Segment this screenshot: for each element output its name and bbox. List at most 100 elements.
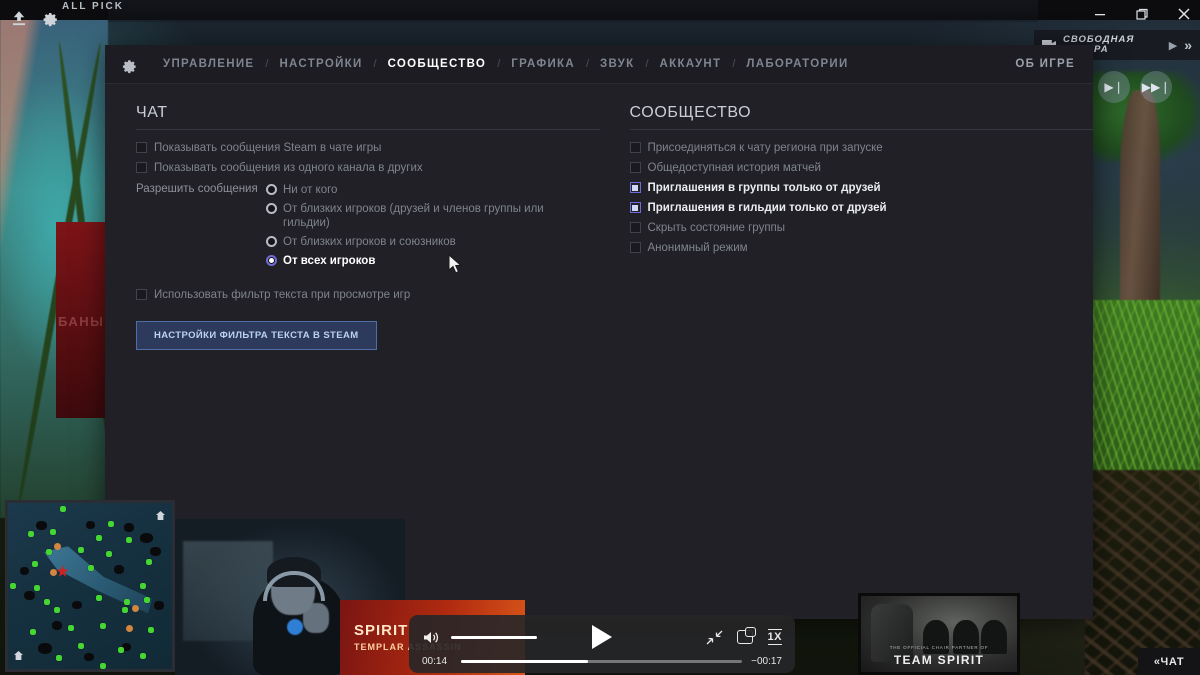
checkbox-row-text-filter[interactable]: Использовать фильтр текста при просмотре… xyxy=(136,288,600,302)
webcam-microphone-icon xyxy=(287,619,303,635)
team-spirit-ad-image: THE OFFICIAL CHAIR PARTNER OF TEAM SPIRI… xyxy=(861,596,1017,672)
current-time-label: 00:14 xyxy=(422,656,448,667)
minimap[interactable] xyxy=(5,500,175,672)
volume-icon[interactable] xyxy=(422,630,441,645)
double-chevron-right-icon[interactable]: » xyxy=(1184,37,1192,53)
screen-root: БАНЫ ALL PICK СВОБОДНАЯ КАМЕРА ▶ » xyxy=(0,0,1200,675)
tab-laboratorii[interactable]: ЛАБОРАТОРИИ xyxy=(735,58,859,70)
community-settings-column: СООБЩЕСТВО Присоединяться к чату региона… xyxy=(629,104,1094,350)
tab-zvuk[interactable]: ЗВУК xyxy=(589,58,645,70)
minimap-obstacle xyxy=(72,601,82,609)
tab-upravlenie[interactable]: УПРАВЛЕНИЕ xyxy=(152,58,265,70)
minimap-obstacle xyxy=(24,591,35,600)
checkbox-icon[interactable] xyxy=(629,202,641,213)
about-game-link[interactable]: ОБ ИГРЕ xyxy=(1015,58,1093,70)
minimap-ancient-dire xyxy=(156,511,165,520)
tab-soobshchestvo[interactable]: СООБЩЕСТВО xyxy=(377,58,498,70)
video-player-controls: 1X 00:14 −00:17 xyxy=(409,615,795,673)
webcam-streamer-hand xyxy=(303,603,329,633)
checkbox-icon[interactable] xyxy=(629,222,641,233)
checkbox-icon[interactable] xyxy=(629,182,641,193)
radio-row-close-players[interactable]: От близких игроков (друзей и членов груп… xyxy=(266,202,551,230)
checkbox-icon[interactable] xyxy=(629,162,641,173)
checkbox-row-steam-messages[interactable]: Показывать сообщения Steam в чате игры xyxy=(136,141,600,155)
settings-nav-bar: УПРАВЛЕНИЕ / НАСТРОЙКИ / СООБЩЕСТВО / ГР… xyxy=(105,45,1093,84)
picture-in-picture-icon[interactable] xyxy=(736,627,756,644)
play-triangle-icon[interactable]: ▶ xyxy=(1169,39,1177,52)
remaining-time-label: −00:17 xyxy=(751,656,782,667)
radio-icon[interactable] xyxy=(266,184,277,195)
background-grass xyxy=(1090,300,1200,490)
team-spirit-ad-banner[interactable]: THE OFFICIAL CHAIR PARTNER OF TEAM SPIRI… xyxy=(858,593,1020,675)
upload-icon[interactable] xyxy=(10,9,28,32)
bans-label: БАНЫ xyxy=(58,314,105,329)
video-progress-bar[interactable] xyxy=(461,660,743,663)
radio-icon[interactable] xyxy=(266,255,277,266)
checkbox-row-cross-channel[interactable]: Показывать сообщения из одного канала в … xyxy=(136,161,600,175)
checkbox-icon[interactable] xyxy=(136,289,147,300)
fast-forward-icon[interactable]: ▶▶❘ xyxy=(1140,71,1172,103)
checkbox-row-guild-invites-friends-only[interactable]: Приглашения в гильдии только от друзей xyxy=(629,201,1094,215)
checkbox-row-region-chat[interactable]: Присоединяться к чату региона при запуск… xyxy=(629,141,1094,155)
minimap-obstacle xyxy=(114,565,124,574)
checkbox-row-group-invites-friends-only[interactable]: Приглашения в группы только от друзей xyxy=(629,181,1094,195)
minimap-hero xyxy=(54,543,61,550)
volume-slider[interactable] xyxy=(451,635,537,639)
playback-speed-button[interactable]: 1X xyxy=(767,629,782,645)
checkbox-label: Использовать фильтр текста при просмотре… xyxy=(154,289,411,301)
checkbox-label: Общедоступная история матчей xyxy=(647,162,821,174)
chat-settings-column: ЧАТ Показывать сообщения Steam в чате иг… xyxy=(136,104,600,350)
checkbox-icon[interactable] xyxy=(629,142,641,153)
tab-grafika[interactable]: ГРАФИКА xyxy=(500,58,586,70)
radio-icon[interactable] xyxy=(266,236,277,247)
checkbox-icon[interactable] xyxy=(629,242,641,253)
ad-title: TEAM SPIRIT xyxy=(893,653,985,667)
gear-icon[interactable] xyxy=(119,55,138,74)
settings-body: ЧАТ Показывать сообщения Steam в чате иг… xyxy=(105,84,1093,350)
checkbox-label: Приглашения в гильдии только от друзей xyxy=(647,202,887,214)
minimap-obstacle xyxy=(20,567,29,575)
video-controls-right-icons: 1X xyxy=(706,627,782,645)
minimap-obstacle xyxy=(36,521,47,530)
checkbox-row-public-match-history[interactable]: Общедоступная история матчей xyxy=(629,161,1094,175)
checkbox-label: Показывать сообщения Steam в чате игры xyxy=(154,142,382,154)
chat-section-title: ЧАТ xyxy=(136,104,600,130)
minimap-obstacle xyxy=(38,643,52,654)
ad-subtitle: THE OFFICIAL CHAIR PARTNER OF xyxy=(889,645,989,650)
tab-akkaunt[interactable]: АККАУНТ xyxy=(649,58,733,70)
radio-row-nobody[interactable]: Ни от кого xyxy=(266,183,551,197)
close-icon[interactable] xyxy=(1174,4,1194,24)
minimap-obstacle xyxy=(52,621,62,630)
stream-overlay-spirit-text: SPIRIT xyxy=(354,622,409,639)
radio-row-close-and-allies[interactable]: От близких игроков и союзников xyxy=(266,235,551,249)
allow-messages-radio-group: Ни от кого От близких игроков (друзей и … xyxy=(266,183,551,273)
steam-text-filter-settings-button[interactable]: НАСТРОЙКИ ФИЛЬТРА ТЕКСТА В STEAM xyxy=(136,321,377,350)
chat-toggle-button[interactable]: «ЧАТ xyxy=(1138,648,1200,675)
tab-nastroyki[interactable]: НАСТРОЙКИ xyxy=(268,58,373,70)
minimap-obstacle xyxy=(86,521,95,529)
radio-row-all-players[interactable]: От всех игроков xyxy=(266,254,551,268)
step-forward-icon[interactable]: ▶❘ xyxy=(1098,71,1130,103)
checkbox-icon[interactable] xyxy=(136,162,147,173)
background-tree xyxy=(1120,90,1160,320)
minimap-hero xyxy=(50,569,57,576)
shrink-icon[interactable] xyxy=(706,630,722,645)
minimap-obstacle xyxy=(154,601,164,610)
checkbox-row-anonymous-mode[interactable]: Анонимный режим xyxy=(629,241,1094,255)
radio-label: От всех игроков xyxy=(283,255,376,267)
video-progress-row: 00:14 −00:17 xyxy=(422,656,782,667)
play-icon[interactable] xyxy=(592,625,612,649)
mouse-cursor xyxy=(448,253,464,276)
minimap-ancient-radiant xyxy=(14,651,23,660)
minimize-icon[interactable] xyxy=(1090,4,1110,24)
checkbox-row-hide-party-status[interactable]: Скрыть состояние группы xyxy=(629,221,1094,235)
checkbox-icon[interactable] xyxy=(136,142,147,153)
radio-icon[interactable] xyxy=(266,203,277,214)
checkbox-label: Анонимный режим xyxy=(647,242,748,254)
minimap-obstacle xyxy=(140,533,153,543)
gear-icon[interactable] xyxy=(40,8,59,32)
background-roots xyxy=(1085,470,1200,675)
window-controls xyxy=(1090,4,1194,24)
restore-icon[interactable] xyxy=(1132,4,1152,24)
radio-label: От близких игроков и союзников xyxy=(283,236,456,248)
